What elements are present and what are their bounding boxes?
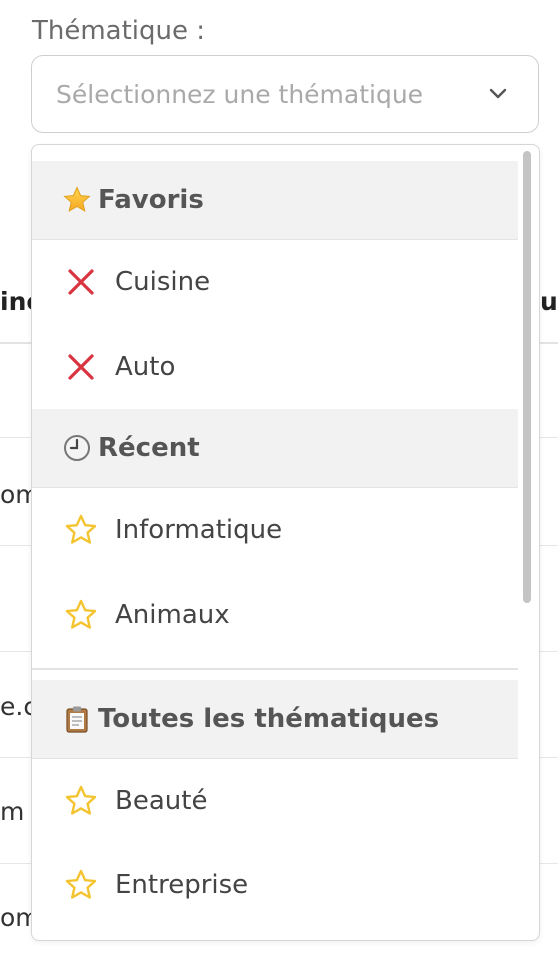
dropdown-scrollbar[interactable] [523, 151, 531, 603]
star-outline-icon[interactable] [64, 513, 98, 547]
select-placeholder: Sélectionnez une thématique [56, 80, 424, 109]
option-entreprise[interactable]: Entreprise [32, 844, 518, 928]
option-cuisine[interactable]: Cuisine [32, 241, 518, 325]
table-header-right: ue [540, 287, 558, 316]
group-header-favoris: Favoris [32, 161, 518, 240]
remove-x-icon[interactable] [64, 350, 98, 384]
option-label: Cuisine [115, 267, 211, 297]
option-beaute[interactable]: Beauté [32, 760, 518, 844]
group-divider [32, 668, 518, 670]
group-label: Toutes les thématiques [98, 704, 440, 734]
thematique-label: Thématique : [32, 16, 206, 46]
remove-x-icon[interactable] [64, 265, 98, 299]
thematique-dropdown-menu[interactable]: Favoris Cuisine Auto Récent Informatique… [31, 144, 540, 941]
option-auto[interactable]: Auto [32, 326, 518, 410]
option-label: Animaux [115, 600, 230, 630]
star-outline-icon[interactable] [64, 868, 98, 902]
clipboard-icon [66, 706, 88, 733]
option-animaux[interactable]: Animaux [32, 574, 518, 658]
option-informatique[interactable]: Informatique [32, 489, 518, 573]
chevron-down-icon [489, 88, 507, 99]
option-label: Entreprise [115, 870, 249, 900]
table-cell: m [0, 797, 25, 826]
option-label: Informatique [115, 515, 283, 545]
star-outline-icon[interactable] [64, 784, 98, 818]
group-header-all: Toutes les thématiques [32, 680, 518, 759]
option-label: Auto [115, 352, 176, 382]
clock-icon [64, 435, 90, 461]
thematique-select[interactable]: Sélectionnez une thématique [31, 55, 539, 133]
star-outline-icon[interactable] [64, 598, 98, 632]
group-label: Récent [98, 433, 200, 463]
group-label: Favoris [98, 185, 204, 215]
star-filled-icon [63, 186, 91, 213]
option-label: Beauté [115, 786, 208, 816]
group-header-recent: Récent [32, 409, 518, 488]
